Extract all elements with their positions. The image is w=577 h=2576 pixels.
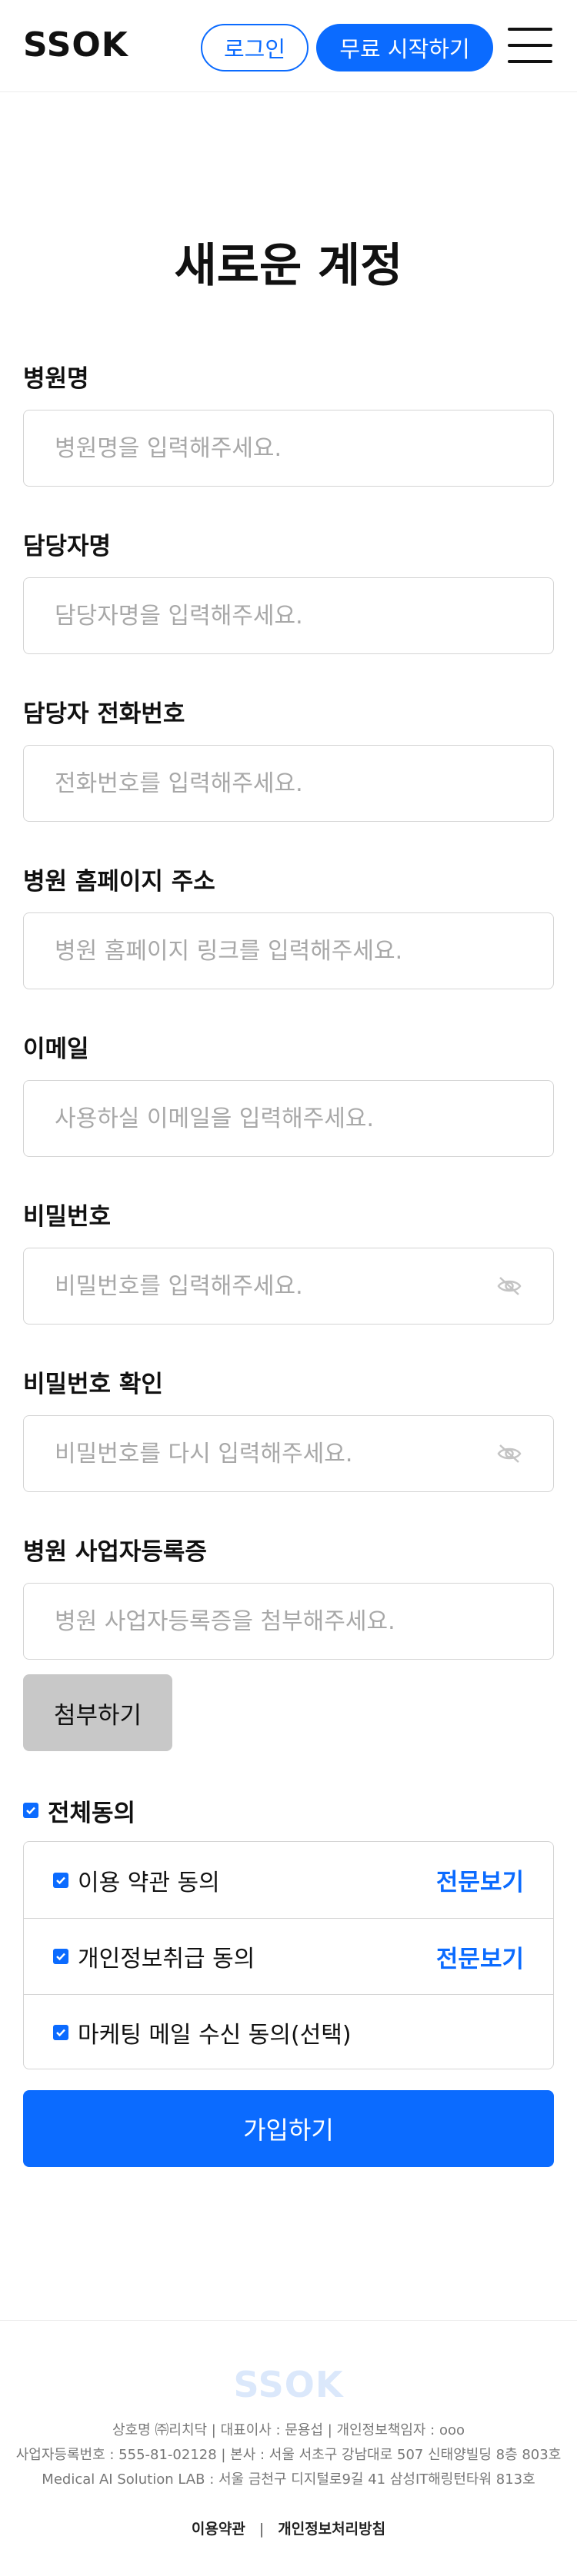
checkbox-checked-icon[interactable]	[23, 1803, 38, 1818]
logo[interactable]: SSOK	[23, 25, 128, 66]
privacy-policy-link[interactable]: 개인정보처리방침	[278, 2521, 385, 2538]
footer-links: 이용약관 | 개인정보처리방침	[191, 2521, 386, 2538]
agree-all-label: 전체동의	[48, 1799, 136, 1827]
checkbox-checked-icon[interactable]	[53, 2025, 68, 2040]
checkbox-checked-icon[interactable]	[53, 1872, 68, 1888]
agreement-terms[interactable]: 이용 약관 동의 전문보기	[24, 1842, 553, 1918]
footer-logo: SSOK	[233, 2364, 344, 2405]
manager-phone-input[interactable]	[23, 745, 554, 822]
free-start-button[interactable]: 무료 시작하기	[316, 24, 493, 71]
eye-off-icon[interactable]	[496, 1444, 522, 1464]
agreement-privacy-label: 개인정보취급 동의	[78, 1946, 255, 1973]
hospital-name-label: 병원명	[23, 365, 89, 393]
view-terms-link[interactable]: 전문보기	[436, 1863, 524, 1897]
footer-company-info: 상호명 ㈜리치닥 | 대표이사 : 문용섭 | 개인정보책임자 : ooo	[112, 2422, 465, 2438]
manager-phone-label: 담당자 전화번호	[23, 700, 185, 728]
header: SSOK 로그인 무료 시작하기	[0, 0, 577, 92]
checkbox-checked-icon[interactable]	[53, 1949, 68, 1964]
manager-name-input[interactable]	[23, 577, 554, 654]
login-button[interactable]: 로그인	[201, 24, 309, 71]
agree-all[interactable]: 전체동의	[23, 1795, 136, 1827]
homepage-label: 병원 홈페이지 주소	[23, 868, 215, 896]
agreement-list: 이용 약관 동의 전문보기 개인정보취급 동의 전문보기 마케팅 메일 수신 동…	[23, 1841, 554, 2069]
agreement-marketing[interactable]: 마케팅 메일 수신 동의(선택)	[24, 1994, 553, 2070]
agreement-marketing-label: 마케팅 메일 수신 동의(선택)	[78, 2022, 352, 2049]
manager-name-label: 담당자명	[23, 533, 112, 560]
footer-business-info: 사업자등록번호 : 555-81-02128 | 본사 : 서울 서초구 강남대…	[15, 2447, 562, 2463]
footer: SSOK 상호명 ㈜리치닥 | 대표이사 : 문용섭 | 개인정보책임자 : o…	[0, 2320, 577, 2576]
terms-link[interactable]: 이용약관	[192, 2521, 245, 2538]
business-license-input[interactable]	[23, 1583, 554, 1660]
attach-button[interactable]: 첨부하기	[23, 1674, 172, 1751]
hospital-name-input[interactable]	[23, 410, 554, 487]
menu-icon[interactable]	[508, 28, 554, 63]
password-confirm-input[interactable]	[23, 1415, 554, 1492]
view-privacy-link[interactable]: 전문보기	[436, 1939, 524, 1974]
email-input[interactable]	[23, 1080, 554, 1157]
eye-off-icon[interactable]	[496, 1276, 522, 1296]
page-title: 새로운 계정	[174, 239, 403, 293]
agreement-terms-label: 이용 약관 동의	[78, 1869, 220, 1896]
business-license-label: 병원 사업자등록증	[23, 1538, 207, 1566]
agreement-privacy[interactable]: 개인정보취급 동의 전문보기	[24, 1918, 553, 1994]
email-label: 이메일	[23, 1035, 89, 1063]
password-confirm-label: 비밀번호 확인	[23, 1371, 163, 1398]
footer-lab-info: Medical AI Solution LAB : 서울 금천구 디지털로9길 …	[42, 2471, 535, 2488]
password-label: 비밀번호	[23, 1203, 112, 1231]
signup-button[interactable]: 가입하기	[23, 2090, 554, 2167]
homepage-input[interactable]	[23, 912, 554, 989]
password-input[interactable]	[23, 1248, 554, 1325]
